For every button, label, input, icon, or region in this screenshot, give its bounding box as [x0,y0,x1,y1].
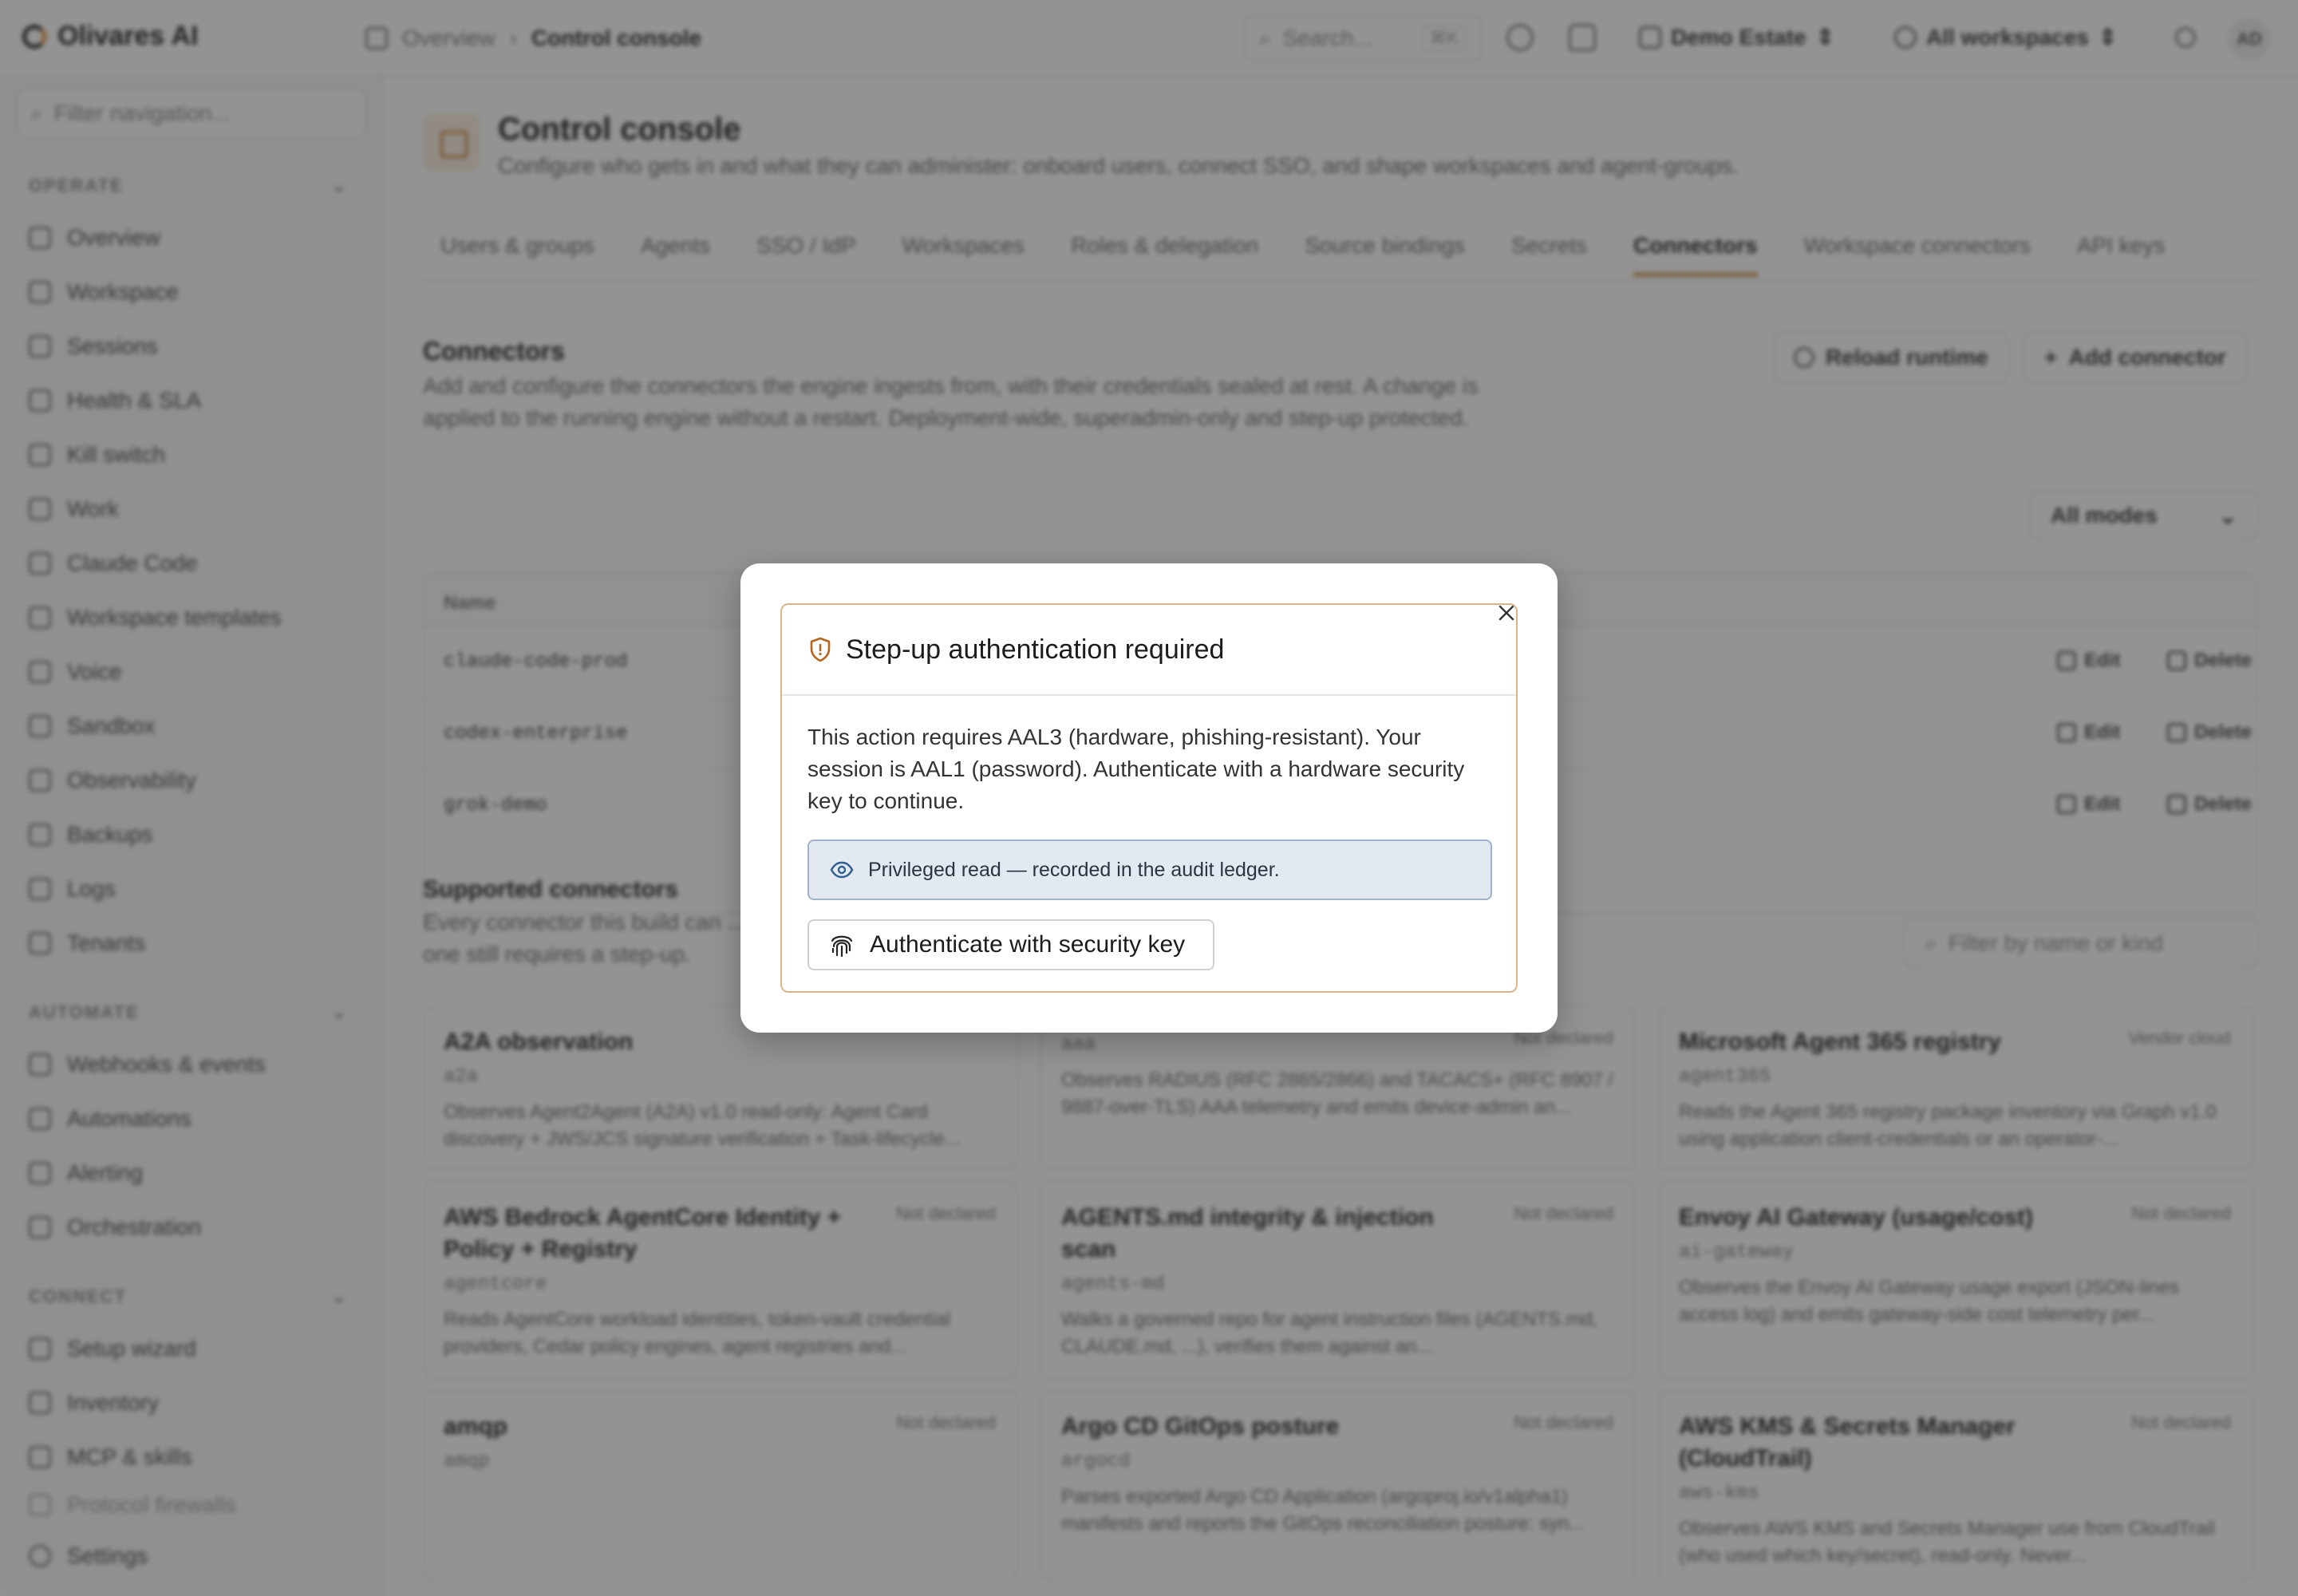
authenticate-security-key-button[interactable]: Authenticate with security key [807,919,1214,970]
shield-icon [810,637,831,662]
authenticate-button-label: Authenticate with security key [870,931,1186,958]
fingerprint-icon [831,935,853,958]
audit-notice-text: Privileged read — recorded in the audit … [868,858,1280,881]
dialog-description: This action requires AAL3 (hardware, phi… [807,725,1465,813]
dialog-title: Step-up authentication required [846,634,1225,665]
audit-notice-banner: Privileged read — recorded in the audit … [807,839,1492,900]
step-up-dialog: Step-up authentication required This act… [740,563,1558,1033]
dialog-header: Step-up authentication required [782,605,1516,696]
dialog-panel: Step-up authentication required This act… [780,603,1518,993]
dialog-body: This action requires AAL3 (hardware, phi… [782,696,1516,970]
eye-icon [830,861,854,879]
